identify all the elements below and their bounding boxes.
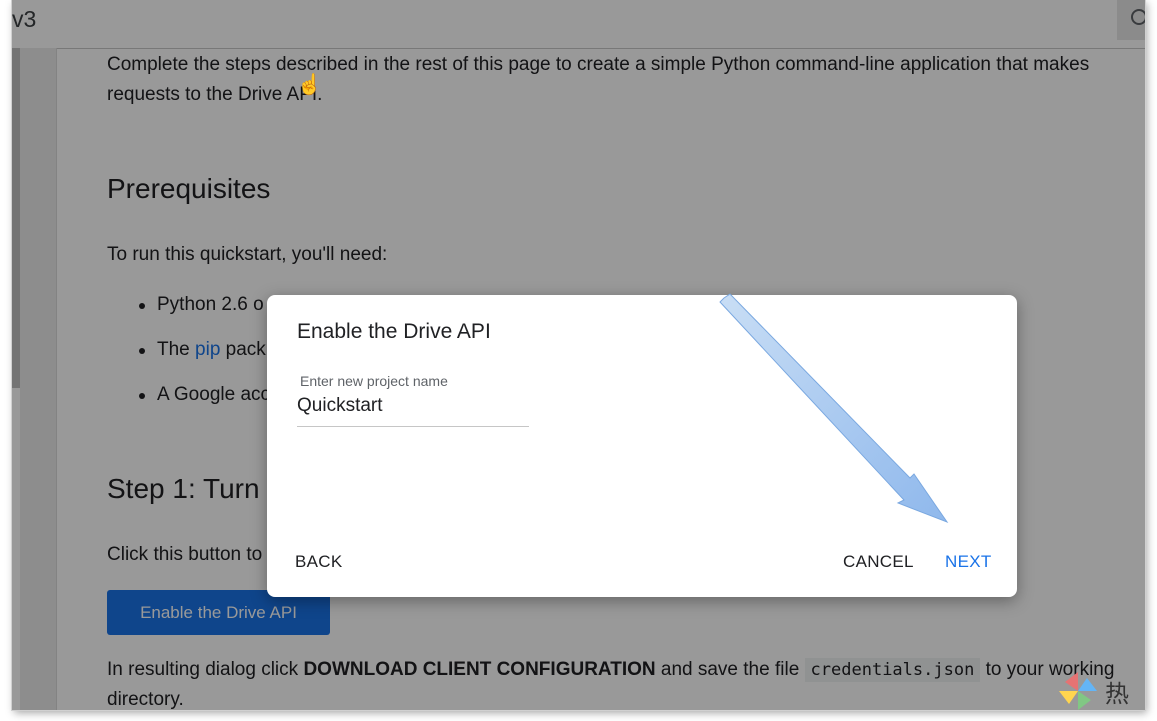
enable-drive-api-dialog: Enable the Drive API Enter new project n… [267, 295, 1017, 597]
pinwheel-logo-icon [1059, 672, 1097, 710]
back-button[interactable]: BACK [295, 552, 343, 572]
project-name-label: Enter new project name [300, 373, 448, 389]
next-button[interactable]: NEXT [945, 552, 992, 572]
watermark: 热 夏 [1055, 668, 1145, 710]
project-name-field: Enter new project name [297, 371, 529, 427]
browser-window: v3 Complete the steps described in the r… [12, 0, 1145, 710]
dialog-title: Enable the Drive API [297, 320, 491, 343]
watermark-text: 热 夏 [1105, 680, 1131, 708]
hand-cursor-icon: ☝ [297, 74, 322, 96]
project-name-input[interactable] [297, 391, 527, 421]
cancel-button[interactable]: CANCEL [843, 552, 914, 572]
